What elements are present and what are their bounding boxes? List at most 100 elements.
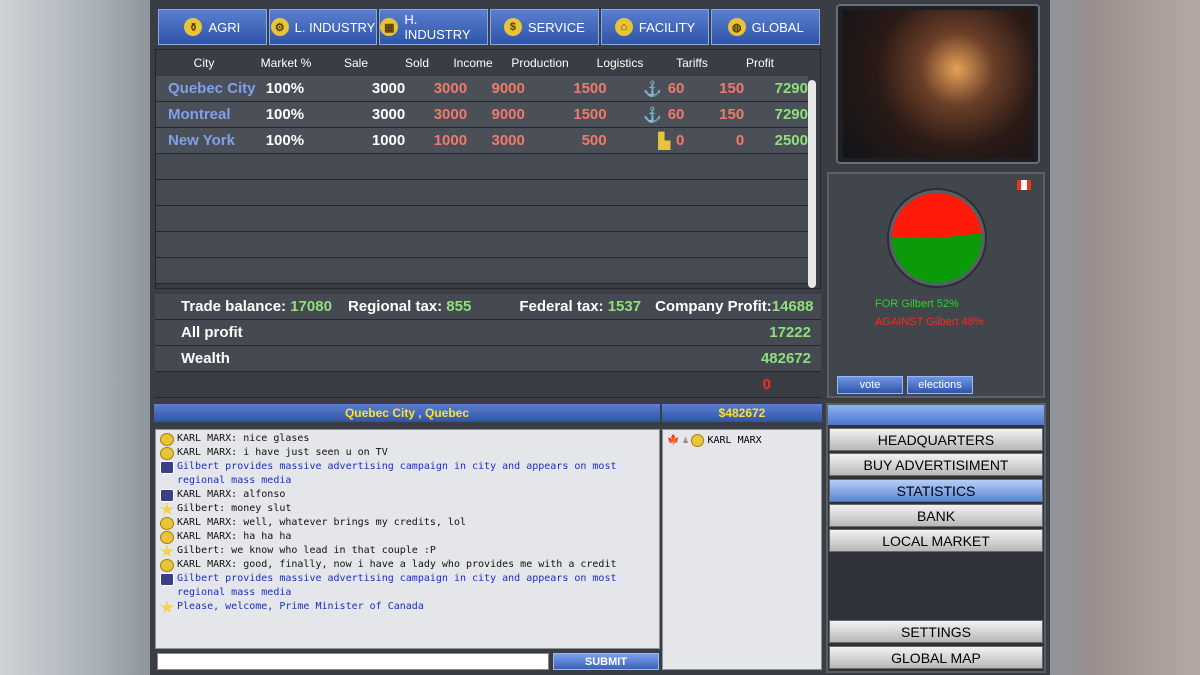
chat-text: Please, welcome, Prime Minister of Canad…	[177, 601, 424, 612]
empty-row	[156, 232, 808, 258]
vote-button[interactable]: vote	[837, 376, 903, 394]
coin-icon	[160, 531, 174, 544]
pie-slice-for	[892, 233, 982, 283]
table-body: Quebec City 100% 3000 3000 9000 1500 ⚓ 60 150 729…	[156, 76, 820, 284]
building-icon: ⌂	[614, 18, 633, 36]
chat-input[interactable]	[157, 653, 549, 670]
wealth-line: Wealth 482672	[155, 346, 821, 372]
chat-message: KARL MARX: well, whatever brings my cred…	[160, 516, 655, 530]
city-link[interactable]: Montreal	[156, 106, 266, 123]
tab-agri[interactable]: ⚱ AGRI	[158, 9, 267, 45]
tariffs-cell: 150	[719, 106, 745, 123]
star-icon	[160, 545, 174, 557]
federal-tax-value: 1537	[607, 298, 642, 315]
coin-icon	[160, 447, 174, 460]
tab-service[interactable]: $ SERVICE	[490, 9, 599, 45]
settings-button[interactable]: SETTINGS	[829, 620, 1043, 643]
table-row[interactable]: New York 100% 1000 1000 3000 500 ▙ 0 0 2500	[156, 128, 808, 154]
table-row[interactable]: Quebec City 100% 3000 3000 9000 1500 ⚓ 60 150 729…	[156, 76, 808, 102]
wealth-value: 482672	[760, 350, 811, 367]
sale-cell: 3000	[371, 106, 406, 123]
tab-facility[interactable]: ⌂ FACILITY	[600, 9, 710, 45]
coin-icon	[160, 559, 174, 572]
vote-for-label: FOR Gilbert 52%	[875, 298, 959, 310]
empty-row	[156, 180, 808, 206]
empty-row	[156, 258, 808, 284]
bank-button[interactable]: BANK	[829, 504, 1043, 527]
market-cell: 100%	[265, 106, 305, 123]
elections-button[interactable]: elections	[907, 376, 973, 394]
online-users-list: 🍁 ♟ KARL MARX	[662, 429, 822, 670]
column-header[interactable]: Tariffs	[664, 56, 720, 70]
sector-tabs: ⚱ AGRI ⚙ L. INDUSTRY ▦ H. INDUSTRY $ SERVICE ⌂ FA…	[158, 9, 821, 45]
chat-text: Gilbert: money slut	[177, 503, 292, 514]
user-list-item[interactable]: 🍁 ♟ KARL MARX	[667, 434, 817, 447]
wheat-icon: ⚱	[184, 18, 203, 36]
person-icon: ♟	[682, 435, 689, 446]
column-header[interactable]: Sale	[320, 56, 392, 70]
table-scrollbar[interactable]	[808, 80, 816, 288]
column-header[interactable]: Income	[442, 56, 504, 70]
tariffs-cell: 0	[735, 132, 745, 149]
tab-label: GLOBAL	[751, 19, 804, 35]
chat-log[interactable]: KARL MARX: nice glases KARL MARX: i have …	[155, 429, 660, 649]
chat-message: Gilbert: money slut	[160, 502, 655, 516]
city-link[interactable]: New York	[156, 132, 266, 149]
logistics-value: 0	[676, 132, 685, 149]
chat-text: regional mass media	[177, 587, 292, 598]
production-cell: 1500	[573, 80, 607, 97]
chat-text: KARL MARX: good, finally, now i have a l…	[177, 559, 617, 570]
logistics-cell: ⚓ 60	[607, 80, 685, 98]
column-header[interactable]: Market %	[252, 56, 320, 70]
column-header[interactable]: City	[156, 56, 252, 70]
chat-text: KARL MARX: nice glases	[177, 433, 310, 444]
global-map-button[interactable]: GLOBAL MAP	[829, 646, 1043, 669]
buy-advertisement-button[interactable]: BUY ADVERTISIMENT	[829, 453, 1043, 476]
globe-icon: ◍	[727, 18, 746, 36]
statistics-button[interactable]: STATISTICS	[829, 479, 1043, 502]
market-cell: 100%	[265, 80, 305, 97]
chat-text: regional mass media	[177, 475, 292, 486]
table-row[interactable]: Montreal 100% 3000 3000 9000 1500 ⚓ 60 150 7290	[156, 102, 808, 128]
chat-message: Gilbert: we know who lead in that couple…	[160, 544, 655, 558]
system-icon	[160, 461, 174, 474]
tab-global[interactable]: ◍ GLOBAL	[711, 9, 821, 45]
profit-cell: 7290	[774, 106, 808, 123]
city-night-image	[843, 10, 1033, 158]
city-link[interactable]: Quebec City	[156, 80, 266, 97]
column-header[interactable]: Production	[504, 56, 576, 70]
headquarters-button[interactable]: HEADQUARTERS	[829, 428, 1043, 451]
all-profit-line: All profit 17222	[155, 320, 821, 346]
factory-icon: ▦	[380, 18, 399, 36]
tab-label: AGRI	[208, 19, 241, 35]
sale-cell: 1000	[371, 132, 406, 149]
chat-message: KARL MARX: good, finally, now i have a l…	[160, 558, 655, 572]
debt-value: 0	[762, 376, 771, 393]
chat-message: KARL MARX: ha ha ha	[160, 530, 655, 544]
logistics-value: 60	[667, 80, 685, 97]
submit-button[interactable]: SUBMIT	[553, 653, 659, 670]
chat-message: KARL MARX: i have just seen u on TV	[160, 446, 655, 460]
production-cell: 1500	[573, 106, 607, 123]
election-pie-chart	[892, 192, 982, 283]
local-market-button[interactable]: LOCAL MARKET	[829, 529, 1043, 552]
chat-message: regional mass media	[160, 474, 655, 488]
regional-tax-value: 855	[446, 298, 472, 315]
profit-cell: 7290	[774, 80, 808, 97]
column-header[interactable]: Logistics	[576, 56, 664, 70]
tab-h-industry[interactable]: ▦ H. INDUSTRY	[379, 9, 489, 45]
star-icon	[160, 503, 174, 515]
tab-l-industry[interactable]: ⚙ L. INDUSTRY	[268, 9, 378, 45]
system-icon	[160, 489, 174, 502]
chat-text: KARL MARX: alfonso	[177, 489, 286, 500]
column-header[interactable]: Profit	[720, 56, 800, 70]
coin-icon	[160, 433, 174, 446]
sold-cell: 1000	[433, 132, 468, 149]
income-cell: 3000	[491, 132, 525, 149]
market-cell: 100%	[265, 132, 305, 149]
chat-text: Gilbert: we know who lead in that couple…	[177, 545, 436, 556]
column-header[interactable]: Sold	[392, 56, 442, 70]
logistics-value: 60	[667, 106, 685, 123]
income-cell: 9000	[491, 106, 525, 123]
